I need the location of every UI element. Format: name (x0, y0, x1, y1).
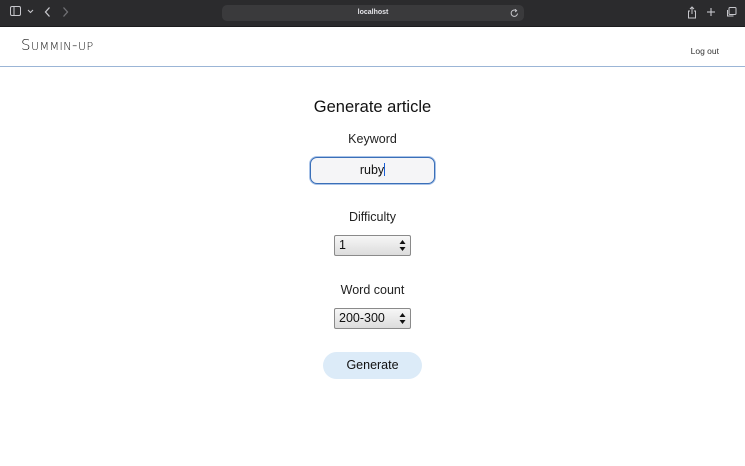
word-count-select[interactable]: 200-300 (334, 308, 411, 329)
address-bar[interactable]: localhost (222, 5, 524, 21)
chevron-right-icon[interactable] (62, 6, 70, 20)
site-header: Summin-up Log out (0, 27, 745, 67)
sidebar-icon[interactable] (10, 6, 22, 20)
text-caret (384, 163, 386, 176)
difficulty-select[interactable]: 1 (334, 235, 411, 256)
reload-icon[interactable] (510, 8, 519, 18)
word-count-value: 200-300 (339, 311, 385, 325)
site-logo[interactable]: Summin-up (21, 36, 94, 54)
page-title: Generate article (313, 98, 432, 116)
share-icon[interactable] (687, 6, 697, 20)
difficulty-value: 1 (339, 238, 346, 252)
chevron-down-icon[interactable] (27, 6, 35, 20)
generate-article-form: Generate article Keyword ruby Difficulty… (0, 67, 745, 466)
select-arrows-icon (399, 312, 406, 325)
select-arrows-icon (399, 239, 406, 252)
tabs-overview-icon[interactable] (726, 6, 737, 20)
keyword-label: Keyword (348, 132, 397, 146)
chevron-left-icon[interactable] (44, 6, 52, 20)
word-count-label: Word count (340, 283, 405, 297)
browser-toolbar: localhost (0, 0, 745, 27)
difficulty-label: Difficulty (348, 210, 396, 224)
plus-icon[interactable] (706, 6, 716, 20)
keyword-input[interactable]: ruby (310, 157, 435, 184)
logout-link[interactable]: Log out (691, 46, 719, 56)
url-text: localhost (357, 9, 389, 16)
keyword-value: ruby (359, 163, 385, 177)
generate-button[interactable]: Generate (323, 352, 422, 379)
